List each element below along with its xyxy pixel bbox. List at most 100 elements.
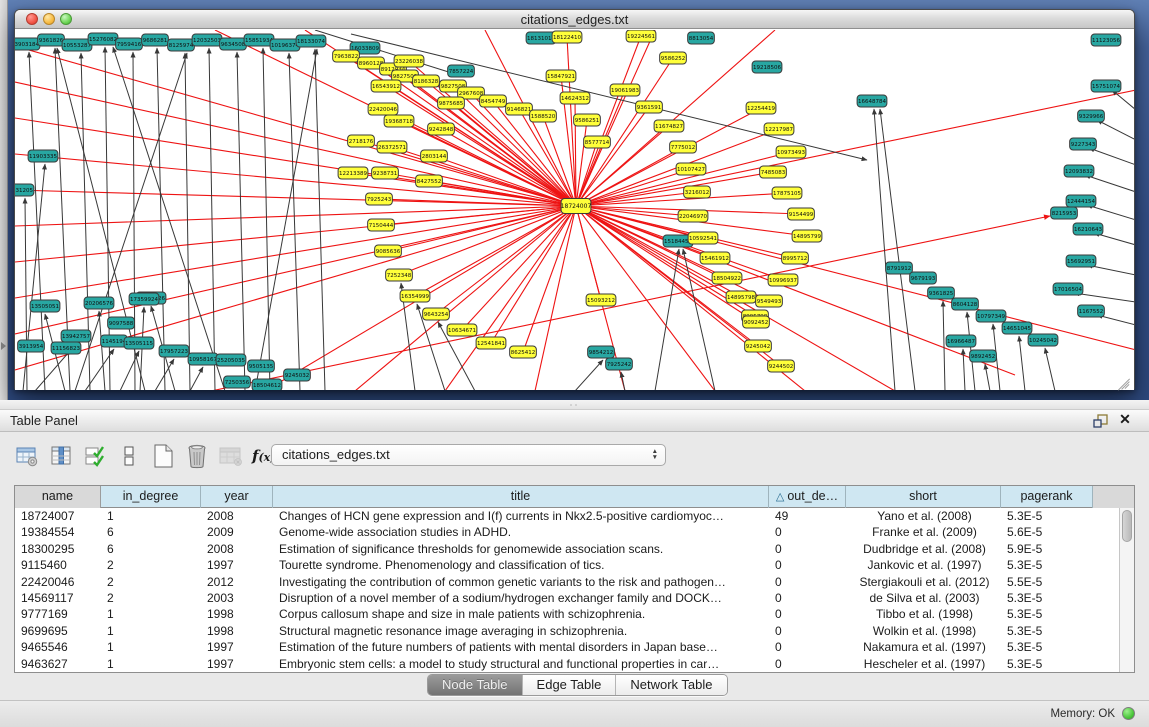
graph-node[interactable]: 8604128 [952,298,979,310]
table-row[interactable]: 946362711997Embryonic stem cells: a mode… [15,656,1134,672]
table-selector-dropdown[interactable]: citations_edges.txt ▲▼ [271,444,666,466]
graph-node[interactable]: 20206576 [84,297,114,309]
graph-node[interactable]: 14624312 [560,92,590,104]
graph-node[interactable]: 9686281 [142,34,169,46]
graph-node[interactable]: 9875685 [438,97,465,109]
table-cell-short[interactable]: Jankovic et al. (1997) [846,557,1001,573]
graph-node[interactable]: 16543912 [371,80,401,92]
table-cell-pagerank[interactable]: 5.3E-5 [1001,606,1093,622]
graph-node[interactable]: 15847921 [546,70,576,82]
table-cell-in_degree[interactable]: 6 [101,524,201,540]
graph-node[interactable]: 9643254 [423,308,450,320]
table-cell-short[interactable]: Nakamura et al. (1997) [846,639,1001,655]
table-cell-out_de[interactable]: 0 [769,524,846,540]
table-cell-out_de[interactable]: 49 [769,508,846,524]
graph-node[interactable]: 12254419 [746,102,776,114]
table-cell-out_de[interactable]: 0 [769,606,846,622]
graph-node[interactable]: 10196374 [270,39,300,51]
graph-node[interactable]: 9361826 [38,34,65,46]
graph-node[interactable]: 17359924 [129,293,159,305]
table-cell-in_degree[interactable]: 1 [101,508,201,524]
table-cell-pagerank[interactable]: 5.3E-5 [1001,656,1093,672]
graph-node[interactable]: 8454749 [480,95,507,107]
float-panel-icon[interactable] [1093,413,1109,429]
table-cell-out_de[interactable]: 0 [769,557,846,573]
graph-node[interactable]: 16354999 [400,290,430,302]
table-cell-short[interactable]: Franke et al. (2009) [846,524,1001,540]
table-cell-year[interactable]: 1997 [201,656,273,672]
graph-node[interactable]: 8125974 [168,39,195,51]
table-cell-pagerank[interactable]: 5.3E-5 [1001,623,1093,639]
graph-node[interactable]: 9634508 [220,38,247,50]
graph-node[interactable]: 17016504 [1053,283,1083,295]
graph-node[interactable]: 13505051 [30,300,60,312]
graph-node[interactable]: 2718176 [348,135,375,147]
graph-node[interactable]: 22046970 [678,210,708,222]
table-cell-in_degree[interactable]: 2 [101,557,201,573]
graph-node[interactable]: 15461912 [700,252,730,264]
table-cell-in_degree[interactable]: 1 [101,639,201,655]
graph-node[interactable]: 8625412 [510,346,537,358]
table-cell-in_degree[interactable]: 2 [101,590,201,606]
graph-node[interactable]: 9586251 [574,114,601,126]
column-header-in_degree[interactable]: in_degree [101,486,201,508]
graph-node[interactable]: 13942757 [61,330,91,342]
table-options-icon[interactable] [14,443,40,469]
graph-node[interactable]: 11903335 [28,150,58,162]
graph-node[interactable]: 9238731 [372,167,399,179]
table-row[interactable]: 1938455462009Genome-wide association stu… [15,524,1134,540]
graph-node[interactable]: 23226038 [394,55,424,67]
table-row[interactable]: 2242004622012Investigating the contribut… [15,574,1134,590]
graph-node[interactable]: 7485083 [760,166,787,178]
table-cell-title[interactable]: Disruption of a novel member of a sodium… [273,590,769,606]
table-cell-title[interactable]: Structural magnetic resonance image aver… [273,623,769,639]
select-rows-icon[interactable] [82,443,108,469]
table-cell-title[interactable]: Corpus callosum shape and size in male p… [273,606,769,622]
graph-node[interactable]: 9245042 [745,340,772,352]
graph-node[interactable]: 15751074 [1091,80,1121,92]
delete-column-icon[interactable] [184,443,210,469]
graph-node[interactable]: 12541841 [476,337,506,349]
graph-node[interactable]: 15093212 [586,294,616,306]
graph-node[interactable]: 10245042 [1028,334,1058,346]
table-cell-name[interactable]: 22420046 [15,574,101,590]
table-row[interactable]: 1872400712008Changes of HCN gene express… [15,508,1134,524]
table-cell-in_degree[interactable]: 1 [101,606,201,622]
graph-node[interactable]: 18122410 [552,31,582,43]
table-cell-year[interactable]: 2003 [201,590,273,606]
graph-node[interactable]: 18133074 [296,35,326,47]
graph-node[interactable]: 7959416 [116,38,143,50]
table-cell-title[interactable]: Investigating the contribution of common… [273,574,769,590]
graph-node[interactable]: 9549493 [756,295,783,307]
window-resize-grip[interactable] [1118,373,1132,387]
graph-node[interactable]: 17875105 [772,187,802,199]
table-row[interactable]: 911546021997Tourette syndrome. Phenomeno… [15,557,1134,573]
graph-node[interactable]: 10634671 [447,324,477,336]
close-panel-icon[interactable]: ✕ [1117,411,1133,429]
graph-node[interactable]: 10958167 [188,353,218,365]
table-row[interactable]: 969969511998Structural magnetic resonanc… [15,623,1134,639]
table-cell-year[interactable]: 2008 [201,508,273,524]
graph-node[interactable]: 18504612 [252,379,282,390]
graph-node[interactable]: 9244502 [768,360,795,372]
graph-node[interactable]: 9361591 [636,101,663,113]
graph-node[interactable]: 16648784 [857,95,887,107]
table-cell-pagerank[interactable]: 5.3E-5 [1001,590,1093,606]
graph-node[interactable]: 16966487 [946,335,976,347]
graph-node[interactable]: 8186328 [413,75,440,87]
table-cell-out_de[interactable]: 0 [769,656,846,672]
table-cell-name[interactable]: 18724007 [15,508,101,524]
column-header-pagerank[interactable]: pagerank [1001,486,1093,508]
table-cell-short[interactable]: Hescheler et al. (1997) [846,656,1001,672]
table-row[interactable]: 977716911998Corpus callosum shape and si… [15,606,1134,622]
graph-node[interactable]: 18131014 [526,32,556,44]
table-cell-title[interactable]: Tourette syndrome. Phenomenology and cla… [273,557,769,573]
graph-node[interactable]: 16210643 [1073,223,1103,235]
graph-node[interactable]: 9146821 [506,103,533,115]
graph-node[interactable]: 13505115 [124,337,154,349]
table-cell-in_degree[interactable]: 2 [101,574,201,590]
table-cell-short[interactable]: Dudbridge et al. (2008) [846,541,1001,557]
graph-node[interactable]: 8791912 [886,262,913,274]
graph-node[interactable]: 15276082 [88,33,118,45]
table-row[interactable]: 946554611997Estimation of the future num… [15,639,1134,655]
